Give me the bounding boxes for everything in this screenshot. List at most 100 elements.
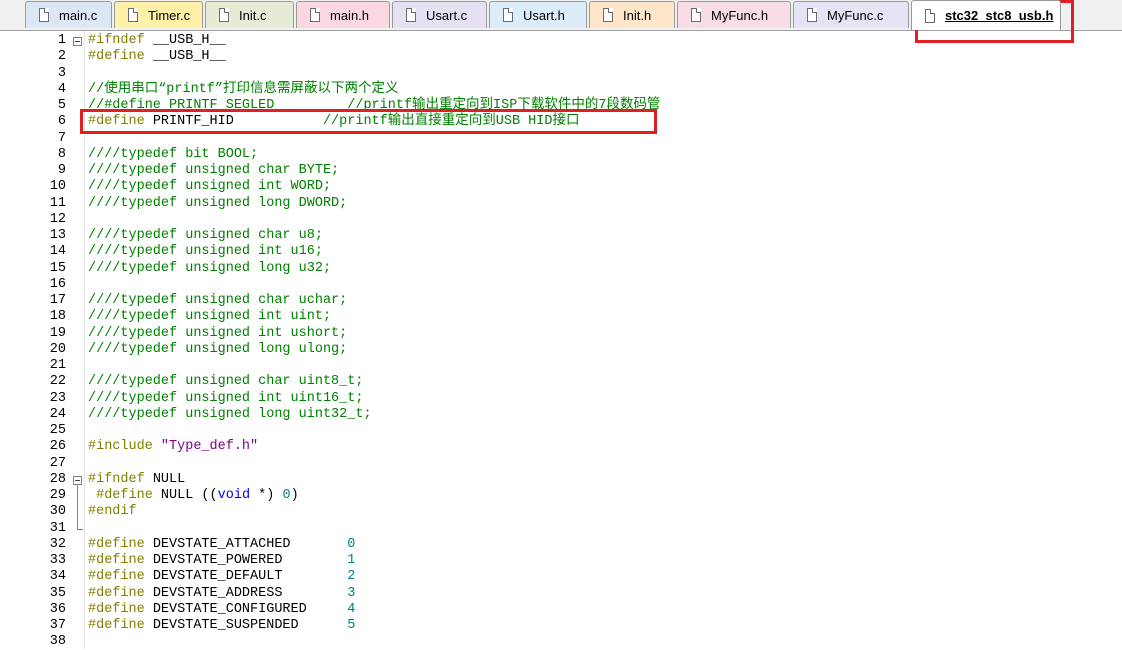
code-token: #define — [88, 601, 153, 617]
code-editor[interactable]: 1 #ifndef __USB_H__ 2 #define __USB_H__ 3 4//… — [0, 31, 1122, 649]
code-line[interactable]: 12 — [0, 212, 1122, 228]
code-text: #ifndef NULL — [88, 472, 185, 488]
code-text: #include "Type_def.h" — [88, 439, 258, 455]
code-line[interactable]: 34 #define DEVSTATE_DEFAULT 2 — [0, 569, 1122, 585]
file-tab-label: Usart.h — [523, 7, 565, 23]
code-text: ////typedef unsigned int WORD; — [88, 179, 331, 195]
file-tab-main-h[interactable]: main.h — [296, 1, 390, 28]
code-line[interactable]: 23 ////typedef unsigned int uint16_t; — [0, 391, 1122, 407]
code-token: ////typedef unsigned char uchar; — [88, 293, 348, 308]
code-line[interactable]: 2 #define __USB_H__ — [0, 49, 1122, 65]
code-line[interactable]: 21 — [0, 358, 1122, 374]
file-tab-myfunc-c[interactable]: MyFunc.c — [793, 1, 909, 28]
code-text: #define PRINTF_HID //printf输出直接重定向到USB H… — [88, 114, 579, 130]
code-token: ////typedef unsigned long ulong; — [88, 341, 348, 357]
file-tab-stc32-stc8-usb-h[interactable]: stc32_stc8_usb.h — [911, 0, 1061, 30]
code-token: #define — [88, 569, 153, 585]
code-line[interactable]: 31 — [0, 521, 1122, 537]
code-line[interactable]: 32 #define DEVSTATE_ATTACHED 0 — [0, 537, 1122, 553]
code-line[interactable]: 18 ////typedef unsigned int uint; — [0, 309, 1122, 325]
code-line[interactable]: 30 #endif — [0, 504, 1122, 520]
code-line[interactable]: 35 #define DEVSTATE_ADDRESS 3 — [0, 586, 1122, 602]
line-number: 25 — [49, 423, 66, 438]
line-number: 10 — [49, 179, 66, 195]
code-text: #endif — [88, 504, 137, 520]
code-text: ////typedef unsigned int uint; — [88, 309, 331, 325]
file-tab-init-c[interactable]: Init.c — [205, 1, 294, 28]
code-text: ////typedef bit BOOL; — [88, 147, 258, 163]
file-tab-usart-c[interactable]: Usart.c — [392, 1, 487, 28]
file-tab-init-h[interactable]: Init.h — [589, 1, 675, 28]
code-line[interactable]: 38 — [0, 634, 1122, 650]
code-text: ////typedef unsigned long u32; — [88, 261, 331, 277]
code-line[interactable]: 9 ////typedef unsigned char BYTE; — [0, 163, 1122, 179]
code-line[interactable]: 7 — [0, 131, 1122, 147]
code-line[interactable]: 6 #define PRINTF_HID //printf输出直接重定向到USB … — [0, 114, 1122, 130]
code-token: #define — [88, 49, 153, 65]
code-line[interactable]: 14 ////typedef unsigned int u16; — [0, 244, 1122, 260]
file-tab-label: Timer.c — [148, 7, 191, 23]
code-line[interactable]: 20 ////typedef unsigned long ulong; — [0, 342, 1122, 358]
code-line[interactable]: 3 — [0, 66, 1122, 82]
file-tab-timer-c[interactable]: Timer.c — [114, 1, 203, 28]
code-token: DEVSTATE_CONFIGURED — [152, 601, 348, 617]
code-token: NULL (( — [160, 488, 218, 503]
code-token: ////typedef bit BOOL; — [88, 146, 259, 162]
code-line[interactable]: 28 #ifndef NULL — [0, 472, 1122, 488]
file-tab-usart-h[interactable]: Usart.h — [489, 1, 587, 28]
fold-toggle-icon[interactable] — [73, 475, 82, 485]
line-number: 30 — [49, 504, 66, 520]
code-line[interactable]: 13 ////typedef unsigned char u8; — [0, 228, 1122, 244]
file-tab-label: Init.h — [623, 7, 652, 23]
code-text: #define DEVSTATE_CONFIGURED 4 — [88, 602, 355, 618]
fold-toggle-icon[interactable] — [73, 37, 82, 46]
code-token: "Type_def.h" — [160, 439, 259, 455]
line-number: 6 — [57, 114, 66, 130]
line-number: 37 — [49, 618, 66, 633]
line-number: 26 — [49, 439, 66, 455]
code-token: __USB_H__ — [152, 49, 226, 65]
code-token: PRINTF_HID — [152, 114, 323, 130]
file-tab-label: MyFunc.h — [711, 7, 769, 23]
code-text: #define DEVSTATE_SUSPENDED 5 — [88, 618, 355, 634]
code-token: //使用串口“printf”打印信息需屏蔽以下两个定义 — [88, 81, 399, 97]
code-line[interactable]: 24 ////typedef unsigned long uint32_t; — [0, 407, 1122, 423]
code-line[interactable]: 15 ////typedef unsigned long u32; — [0, 261, 1122, 277]
code-line[interactable]: 17 ////typedef unsigned char uchar; — [0, 293, 1122, 309]
code-line[interactable]: 19 ////typedef unsigned int ushort; — [0, 326, 1122, 342]
code-line[interactable]: 26 #include "Type_def.h" — [0, 439, 1122, 455]
code-text: ////typedef unsigned long DWORD; — [88, 196, 347, 212]
code-token: 0 — [347, 536, 356, 552]
line-number: 36 — [49, 601, 66, 617]
code-line[interactable]: 29 #define NULL ((void *) 0) — [0, 488, 1122, 504]
code-text: #define DEVSTATE_ATTACHED 0 — [88, 537, 355, 553]
code-line[interactable]: 1 #ifndef __USB_H__ — [0, 33, 1122, 49]
code-text: //使用串口“printf”打印信息需屏蔽以下两个定义 — [88, 82, 399, 98]
code-line[interactable]: 16 — [0, 277, 1122, 293]
code-token: 4 — [347, 601, 356, 617]
line-number: 1 — [57, 33, 66, 48]
code-line[interactable]: 25 — [0, 423, 1122, 439]
file-tab-myfunc-h[interactable]: MyFunc.h — [677, 1, 791, 28]
code-line[interactable]: 33 #define DEVSTATE_POWERED 1 — [0, 553, 1122, 569]
line-number: 7 — [57, 130, 66, 146]
code-line[interactable]: 8 ////typedef bit BOOL; — [0, 147, 1122, 163]
code-line[interactable]: 36 #define DEVSTATE_CONFIGURED 4 — [0, 602, 1122, 618]
code-line[interactable]: 4 //使用串口“printf”打印信息需屏蔽以下两个定义 — [0, 82, 1122, 98]
file-tab-main-c[interactable]: main.c — [25, 1, 112, 28]
file-tab-label: MyFunc.c — [827, 7, 884, 23]
code-text: #define DEVSTATE_DEFAULT 2 — [88, 569, 355, 585]
line-number: 28 — [49, 471, 66, 487]
code-line[interactable]: 10 ////typedef unsigned int WORD; — [0, 179, 1122, 195]
code-text: ////typedef unsigned char u8; — [88, 228, 323, 244]
code-line[interactable]: 22 ////typedef unsigned char uint8_t; — [0, 374, 1122, 390]
line-number: 20 — [49, 341, 66, 357]
code-token: ////typedef unsigned int u16; — [88, 244, 323, 260]
code-line[interactable]: 27 — [0, 456, 1122, 472]
code-line[interactable]: 11 ////typedef unsigned long DWORD; — [0, 196, 1122, 212]
code-line[interactable]: 37 #define DEVSTATE_SUSPENDED 5 — [0, 618, 1122, 634]
code-token: DEVSTATE_ADDRESS — [152, 585, 348, 601]
line-number: 33 — [49, 553, 66, 568]
code-token: #define — [88, 618, 153, 633]
code-line[interactable]: 5 //#define PRINTF_SEGLED //printf输出重定向到I… — [0, 98, 1122, 114]
